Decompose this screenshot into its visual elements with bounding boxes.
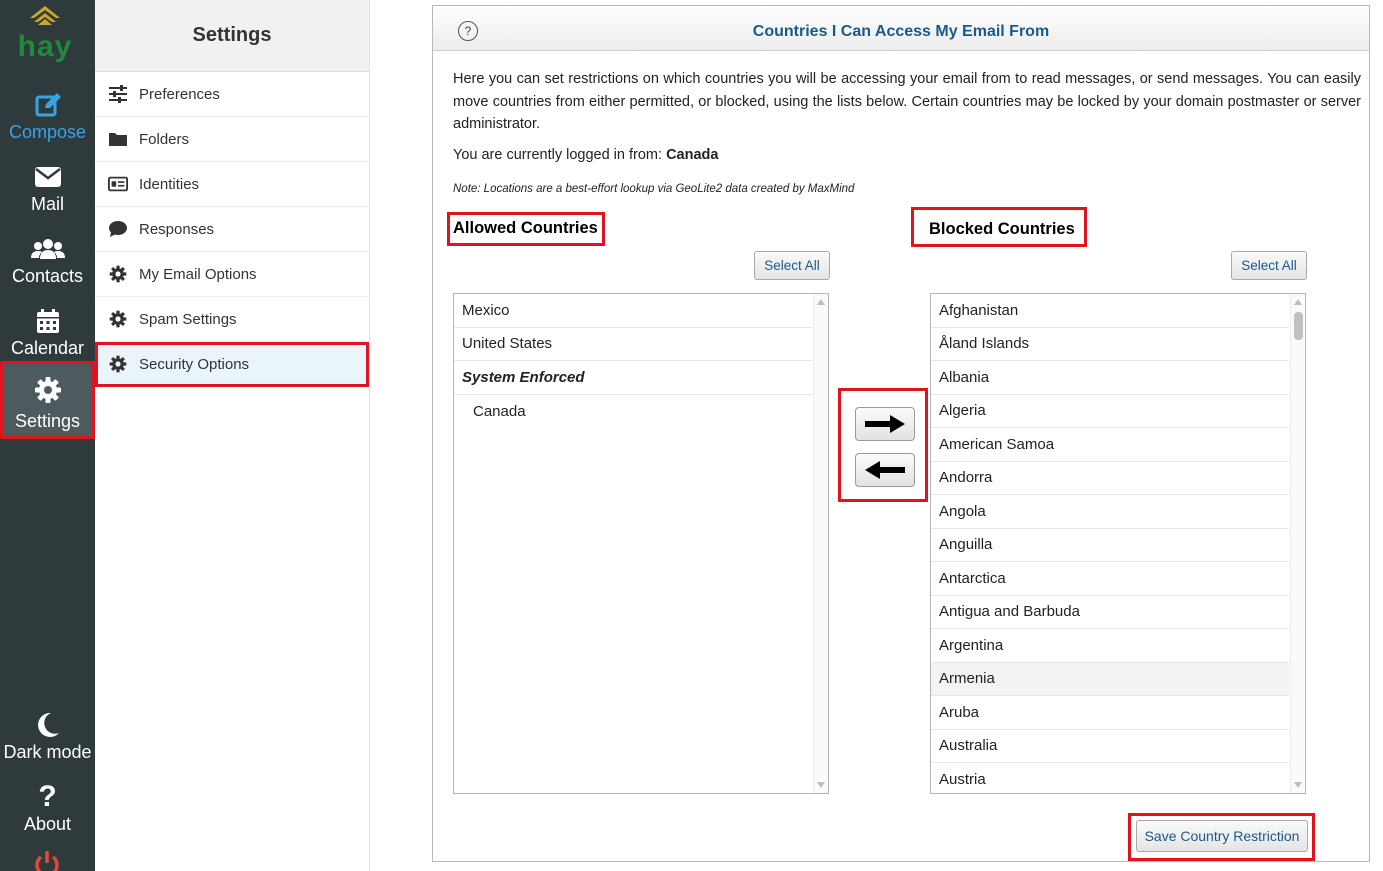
sidebar-item-label: Preferences <box>139 85 220 103</box>
rail-calendar[interactable]: Calendar <box>0 296 95 368</box>
intro-text: Here you can set restrictions on which c… <box>453 71 1361 132</box>
sidebar-item-folders[interactable]: Folders <box>95 117 369 162</box>
logged-in-country: Canada <box>666 147 719 163</box>
allowed-select-all-button[interactable]: Select All <box>754 251 830 280</box>
app-rail: hay Compose Mail Contacts Calendar Setti… <box>0 0 95 871</box>
app-logo[interactable]: hay <box>0 0 95 70</box>
list-item[interactable]: Australia <box>931 730 1289 763</box>
sidebar-item-identities[interactable]: Identities <box>95 162 369 207</box>
rail-settings-label: Settings <box>14 411 81 431</box>
allowed-list-scrollbar[interactable] <box>813 294 828 793</box>
sidebar-item-label: Identities <box>139 175 200 193</box>
gear-icon <box>108 264 128 284</box>
country-restriction-panel: ? Countries I Can Access My Email From H… <box>432 5 1370 862</box>
rail-mail-label: Mail <box>30 194 64 214</box>
scroll-up-icon[interactable] <box>1294 299 1302 305</box>
list-item[interactable]: Antarctica <box>931 562 1289 596</box>
settings-sidebar: Settings Preferences Folders Identities … <box>95 0 370 871</box>
sidebar-item-responses[interactable]: Responses <box>95 207 369 252</box>
blocked-countries-list[interactable]: Afghanistan Åland Islands Albania Algeri… <box>930 293 1306 794</box>
sidebar-item-spam-settings[interactable]: Spam Settings <box>95 297 369 342</box>
scroll-down-icon[interactable] <box>1294 782 1302 788</box>
list-item[interactable]: Anguilla <box>931 529 1289 562</box>
rail-calendar-label: Calendar <box>10 338 85 358</box>
folder-icon <box>108 129 128 149</box>
gear-icon <box>0 373 95 407</box>
move-to-allowed-button[interactable] <box>855 453 915 487</box>
list-item[interactable]: United States <box>454 328 812 361</box>
move-to-blocked-button[interactable] <box>855 407 915 441</box>
logged-in-from: You are currently logged in from: Canada <box>453 147 718 163</box>
blocked-select-all-button[interactable]: Select All <box>1231 251 1307 280</box>
rail-contacts[interactable]: Contacts <box>0 224 95 296</box>
rail-contacts-label: Contacts <box>11 266 84 286</box>
calendar-icon <box>0 304 95 338</box>
rail-compose-label: Compose <box>8 122 87 142</box>
save-country-restriction-button[interactable]: Save Country Restriction <box>1136 820 1308 852</box>
hay-logo-icon: hay <box>18 6 73 63</box>
panel-title: Countries I Can Access My Email From <box>752 23 1050 40</box>
sidebar-title: Settings <box>95 0 369 72</box>
list-item-hovered[interactable]: Armenia <box>931 662 1289 696</box>
blocked-list-scrollbar[interactable] <box>1290 294 1305 793</box>
rail-settings[interactable]: Settings <box>0 361 95 439</box>
sidebar-item-my-email-options[interactable]: My Email Options <box>95 252 369 297</box>
power-icon[interactable] <box>33 850 61 871</box>
sidebar-item-security-options[interactable]: Security Options <box>95 342 369 387</box>
rail-compose[interactable]: Compose <box>0 80 95 152</box>
scroll-down-icon[interactable] <box>817 782 825 788</box>
sidebar-item-label: My Email Options <box>139 265 257 283</box>
list-item[interactable]: Algeria <box>931 395 1289 428</box>
list-item[interactable]: Antigua and Barbuda <box>931 596 1289 629</box>
sidebar-item-label: Responses <box>139 220 215 238</box>
gear-icon <box>108 354 128 374</box>
list-item[interactable]: Afghanistan <box>931 294 1289 328</box>
list-item[interactable]: Mexico <box>454 294 812 328</box>
sidebar-item-label: Spam Settings <box>139 310 237 328</box>
list-item[interactable]: Albania <box>931 361 1289 395</box>
blocked-countries-title: Blocked Countries <box>911 207 1087 247</box>
edit-icon <box>0 88 95 122</box>
rail-dark-mode[interactable]: Dark mode <box>0 700 95 772</box>
allowed-countries-title: Allowed Countries <box>447 212 605 246</box>
logo-text: hay <box>18 30 73 63</box>
arrow-right-icon <box>865 415 905 433</box>
id-card-icon <box>108 174 128 194</box>
scroll-thumb[interactable] <box>1294 312 1303 340</box>
scroll-up-icon[interactable] <box>817 299 825 305</box>
sidebar-item-preferences[interactable]: Preferences <box>95 72 369 117</box>
question-icon: ? <box>38 780 57 813</box>
arrow-left-icon <box>865 461 905 479</box>
list-item[interactable]: Angola <box>931 495 1289 529</box>
moon-icon <box>0 708 95 742</box>
rail-dark-mode-label: Dark mode <box>3 742 92 762</box>
geolite-note: Note: Locations are a best-effort lookup… <box>453 183 855 195</box>
comment-icon <box>108 219 128 239</box>
sliders-icon <box>108 84 128 104</box>
list-item[interactable]: Argentina <box>931 629 1289 663</box>
logged-in-prefix: You are currently logged in from: <box>453 147 663 163</box>
list-item[interactable]: American Samoa <box>931 428 1289 462</box>
envelope-icon <box>0 160 95 194</box>
rail-about[interactable]: ? About <box>0 772 95 844</box>
sidebar-item-label: Security Options <box>139 355 250 373</box>
rail-about-label: About <box>23 814 72 834</box>
panel-header: ? Countries I Can Access My Email From <box>433 6 1369 51</box>
list-item[interactable]: Austria <box>931 763 1289 793</box>
list-item[interactable]: Andorra <box>931 462 1289 495</box>
sidebar-item-label: Folders <box>139 130 190 148</box>
rail-mail[interactable]: Mail <box>0 152 95 224</box>
list-item[interactable]: Aruba <box>931 696 1289 730</box>
list-group-label: System Enforced <box>454 361 812 395</box>
gear-icon <box>108 309 128 329</box>
users-icon <box>0 232 95 266</box>
list-item[interactable]: Åland Islands <box>931 328 1289 361</box>
list-item[interactable]: Canada <box>454 395 812 429</box>
allowed-countries-list[interactable]: Mexico United States System Enforced Can… <box>453 293 829 794</box>
